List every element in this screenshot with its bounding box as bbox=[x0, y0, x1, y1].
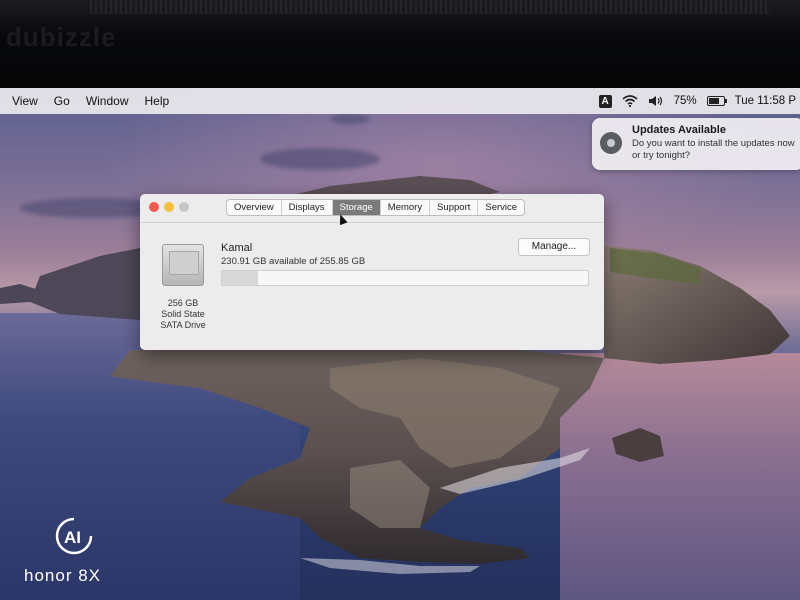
notification-body: Do you want to install the updates now o… bbox=[632, 138, 795, 161]
ai-logo-text: AI bbox=[64, 528, 81, 547]
drive-name: Kamal bbox=[221, 242, 253, 254]
ai-logo-icon: AI bbox=[55, 517, 93, 555]
tab-support[interactable]: Support bbox=[430, 200, 479, 215]
zoom-button[interactable] bbox=[179, 202, 189, 212]
menu-view[interactable]: View bbox=[4, 94, 46, 108]
disk-type-line1: Solid State bbox=[161, 309, 205, 319]
camera-brand-text: honor 8X bbox=[24, 566, 101, 585]
about-this-mac-window: Overview Displays Storage Memory Support… bbox=[140, 194, 604, 350]
wifi-icon[interactable] bbox=[622, 95, 638, 107]
menu-bar: View Go Window Help A 75% Tue 11:58 P bbox=[0, 88, 800, 114]
battery-percent: 75% bbox=[673, 95, 697, 107]
update-notification[interactable]: Updates Available Do you want to install… bbox=[592, 118, 800, 170]
tab-memory[interactable]: Memory bbox=[381, 200, 431, 215]
input-source-icon[interactable]: A bbox=[598, 94, 612, 108]
volume-icon[interactable] bbox=[648, 95, 664, 107]
tab-overview[interactable]: Overview bbox=[227, 200, 282, 215]
disk-capacity: 256 GB bbox=[167, 298, 199, 308]
tab-displays[interactable]: Displays bbox=[282, 200, 333, 215]
disk-info: 256 GB Solid State SATA Drive bbox=[152, 298, 214, 331]
tab-service[interactable]: Service bbox=[478, 200, 524, 215]
laptop-bezel: dubizzle bbox=[0, 0, 800, 88]
battery-level bbox=[708, 98, 720, 104]
battery-icon[interactable] bbox=[706, 96, 727, 106]
watermark-text: dubizzle bbox=[6, 22, 117, 52]
tab-bar: Overview Displays Storage Memory Support… bbox=[226, 199, 526, 216]
clock[interactable]: Tue 11:58 P bbox=[735, 95, 796, 107]
menu-window[interactable]: Window bbox=[78, 94, 137, 108]
gear-icon bbox=[600, 132, 622, 154]
manage-button[interactable]: Manage... bbox=[518, 238, 590, 256]
storage-used-segment bbox=[222, 271, 258, 285]
desktop-screen: View Go Window Help A 75% Tue 11:58 P Up… bbox=[0, 88, 800, 600]
close-button[interactable] bbox=[149, 202, 159, 212]
window-titlebar: Overview Displays Storage Memory Support… bbox=[140, 194, 604, 226]
hard-drive-icon bbox=[162, 244, 204, 286]
status-area: A 75% Tue 11:58 P bbox=[598, 94, 800, 108]
storage-bar bbox=[221, 270, 589, 286]
disk-type-line2: SATA Drive bbox=[160, 320, 206, 330]
minimize-button[interactable] bbox=[164, 202, 174, 212]
storage-available: 230.91 GB available of 255.85 GB bbox=[221, 256, 366, 267]
menu-items: View Go Window Help bbox=[4, 94, 177, 108]
speaker-grille bbox=[90, 0, 770, 14]
notification-title: Updates Available bbox=[632, 124, 726, 136]
tab-storage[interactable]: Storage bbox=[332, 200, 381, 215]
menu-help[interactable]: Help bbox=[137, 94, 178, 108]
menu-go[interactable]: Go bbox=[46, 94, 78, 108]
